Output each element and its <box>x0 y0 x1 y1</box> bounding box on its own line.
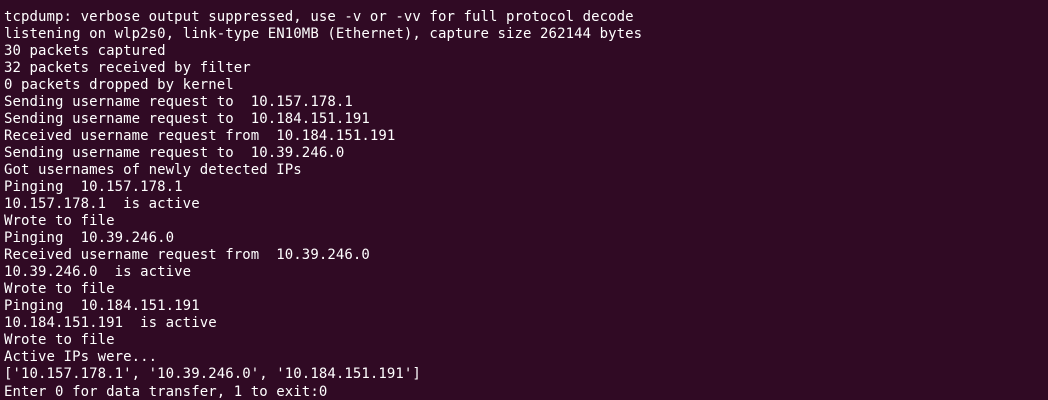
terminal-window[interactable]: tcpdump: verbose output suppressed, use … <box>0 0 1048 400</box>
active-ips-heading-line: Active IPs were... <box>4 349 158 365</box>
output-line: 10.39.246.0 is active <box>4 264 192 280</box>
output-line: Sending username request to 10.39.246.0 <box>4 145 345 161</box>
input-prompt-text: Enter 0 for data transfer, 1 to exit:0 <box>4 384 328 400</box>
active-ips-list-line: ['10.157.178.1', '10.39.246.0', '10.184.… <box>4 366 421 382</box>
output-line: Received username request from 10.39.246… <box>4 247 370 263</box>
output-line: Pinging 10.39.246.0 <box>4 230 175 246</box>
text-cursor <box>327 383 335 398</box>
packets-captured-line: 30 packets captured <box>4 43 166 59</box>
output-line: Pinging 10.184.151.191 <box>4 298 200 314</box>
output-line: Sending username request to 10.184.151.1… <box>4 111 370 127</box>
packets-dropped-line: 0 packets dropped by kernel <box>4 77 234 93</box>
output-line: 10.184.151.191 is active <box>4 315 217 331</box>
output-line: Wrote to file <box>4 281 115 297</box>
output-line: 10.157.178.1 is active <box>4 196 200 212</box>
output-line: Wrote to file <box>4 213 115 229</box>
input-prompt-line[interactable]: Enter 0 for data transfer, 1 to exit:0 <box>4 383 1048 400</box>
output-line: Sending username request to 10.157.178.1 <box>4 94 353 110</box>
output-line: Got usernames of newly detected IPs <box>4 162 302 178</box>
packets-received-line: 32 packets received by filter <box>4 60 251 76</box>
output-line: Pinging 10.157.178.1 <box>4 179 183 195</box>
tcpdump-verbose-notice-line: tcpdump: verbose output suppressed, use … <box>4 9 634 25</box>
output-line: Wrote to file <box>4 332 115 348</box>
output-line: Received username request from 10.184.15… <box>4 128 396 144</box>
tcpdump-listening-line: listening on wlp2s0, link-type EN10MB (E… <box>4 26 643 42</box>
